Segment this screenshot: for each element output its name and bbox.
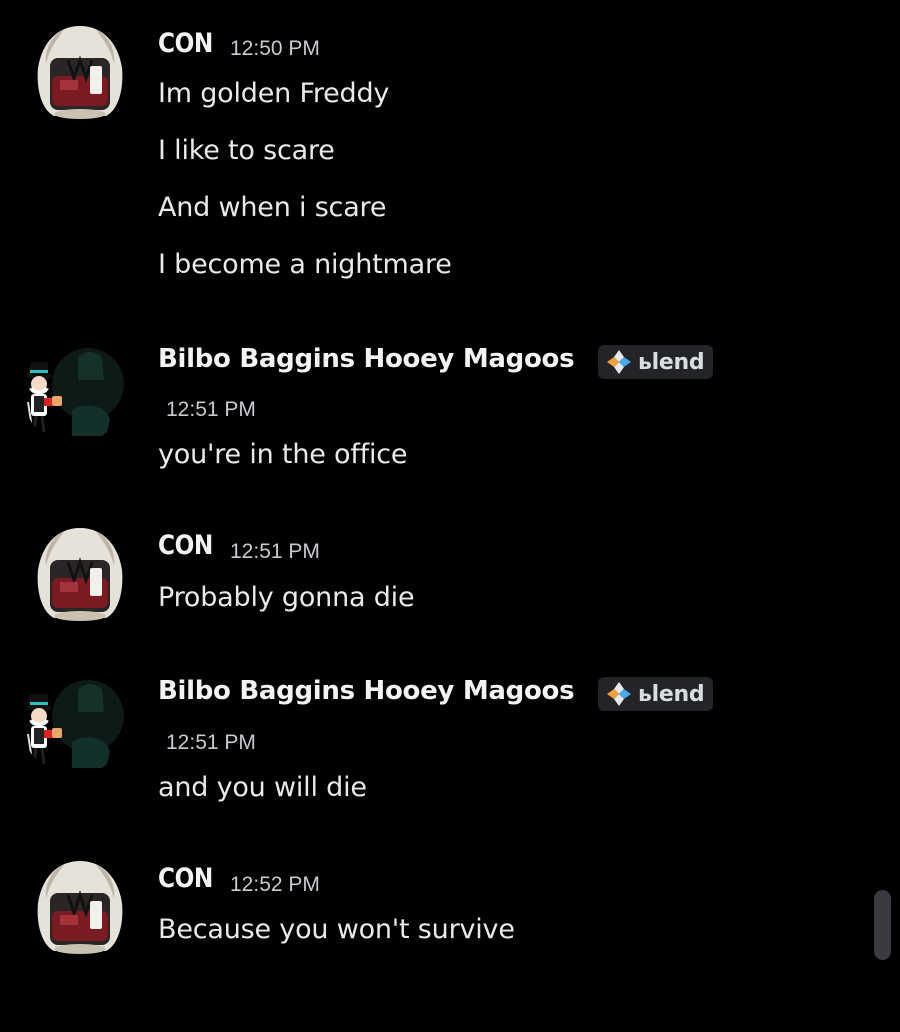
- con-avatar[interactable]: [28, 522, 132, 626]
- message-author[interactable]: Bilbo Baggins Hooey Magoos: [158, 344, 575, 374]
- diamond-tag-icon: [606, 349, 632, 375]
- con-avatar[interactable]: [28, 855, 132, 959]
- golden-freddy-avatar-icon: [28, 20, 132, 124]
- message-text: you're in the office: [158, 439, 408, 470]
- message-text: I become a nightmare: [158, 249, 452, 280]
- message-timestamp: 12:50 PM: [230, 37, 320, 60]
- message-timestamp: 12:51 PM: [230, 540, 320, 563]
- message-author[interactable]: Bilbo Baggins Hooey Magoos: [158, 676, 575, 706]
- server-tag[interactable]: ьlend: [598, 345, 714, 379]
- scrollbar-thumb[interactable]: [874, 890, 891, 960]
- bilbo-avatar[interactable]: [22, 672, 126, 776]
- message-text: Probably gonna die: [158, 582, 415, 613]
- server-tag[interactable]: ьlend: [598, 677, 714, 711]
- message-text: Because you won't survive: [158, 914, 515, 945]
- con-avatar[interactable]: [28, 20, 132, 124]
- message-text: And when i scare: [158, 192, 387, 223]
- scrollbar-track[interactable]: [874, 0, 900, 1032]
- message-text: and you will die: [158, 772, 367, 803]
- message-timestamp: 12:51 PM: [166, 731, 256, 754]
- message-timestamp: 12:51 PM: [166, 398, 256, 421]
- monopoly-man-avatar-icon: [22, 672, 126, 776]
- server-tag-label: ьlend: [638, 349, 705, 375]
- chat-message-list: CON 12:50 PM Im golden Freddy I like to …: [0, 0, 900, 1032]
- message-author[interactable]: CON: [158, 530, 213, 561]
- message-author[interactable]: CON: [158, 28, 213, 59]
- server-tag-label: ьlend: [638, 681, 705, 707]
- bilbo-avatar[interactable]: [22, 340, 126, 444]
- monopoly-man-avatar-icon: [22, 340, 126, 444]
- message-author[interactable]: CON: [158, 863, 213, 894]
- message-timestamp: 12:52 PM: [230, 873, 320, 896]
- message-text: Im golden Freddy: [158, 78, 390, 109]
- golden-freddy-avatar-icon: [28, 522, 132, 626]
- message-text: I like to scare: [158, 135, 335, 166]
- diamond-tag-icon: [606, 681, 632, 707]
- golden-freddy-avatar-icon: [28, 855, 132, 959]
